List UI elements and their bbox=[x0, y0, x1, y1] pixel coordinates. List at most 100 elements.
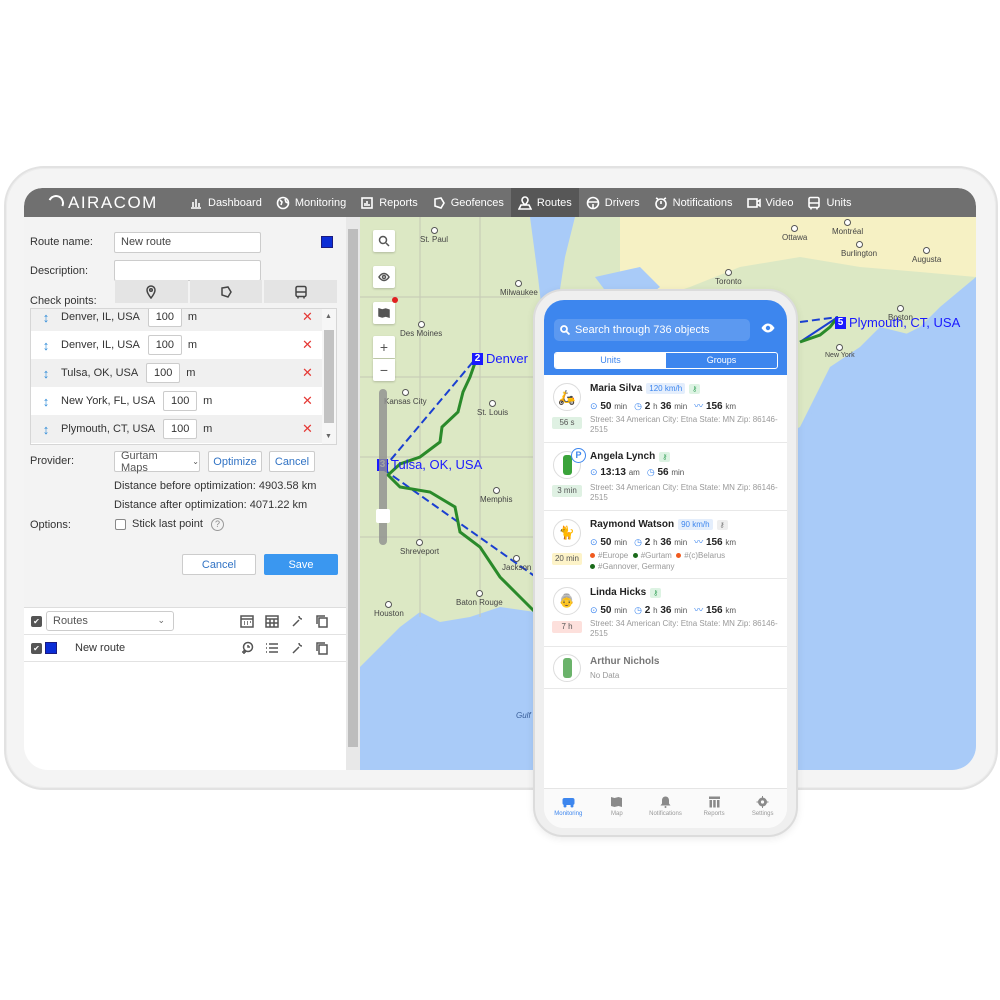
tab-groups[interactable]: Groups bbox=[666, 353, 777, 368]
routes-filter-select[interactable]: Routes ⌄ bbox=[46, 611, 174, 631]
mobile-search-input[interactable]: Search through 736 objects bbox=[554, 319, 750, 341]
route-name-label: Route name: bbox=[30, 236, 93, 248]
bottom-nav-settings[interactable]: Settings bbox=[738, 789, 787, 828]
add-by-unit-button[interactable] bbox=[264, 280, 338, 303]
zoom-slider-handle[interactable] bbox=[376, 509, 390, 523]
map-search-button[interactable] bbox=[373, 230, 395, 252]
route-list-item[interactable]: ✔ New route bbox=[24, 635, 346, 662]
video-icon bbox=[746, 197, 761, 208]
bottom-nav-monitoring[interactable]: Monitoring bbox=[544, 789, 593, 828]
radius-unit: m bbox=[203, 423, 213, 435]
unit-list-item[interactable]: 👵 7 h Linda Hicks ⚷ ⊙ 50 min ◷ 2 h 36 mi… bbox=[544, 579, 787, 647]
unit-list-item[interactable]: 🛵 56 s Maria Silva 120 km/h ⚷ ⊙ 50 min ◷… bbox=[544, 375, 787, 443]
route-marker-2[interactable]: 2 Denver bbox=[472, 351, 528, 366]
scrollbar-thumb[interactable] bbox=[324, 330, 334, 423]
copy-icon[interactable] bbox=[315, 614, 329, 628]
copy-icon[interactable] bbox=[315, 641, 329, 655]
tab-units[interactable]: Units bbox=[555, 353, 666, 368]
nav-notifications[interactable]: Notifications bbox=[647, 188, 740, 217]
tag-dot-icon bbox=[590, 553, 595, 558]
scrollbar-thumb[interactable] bbox=[348, 229, 358, 747]
drag-handle-icon[interactable]: ↕ bbox=[31, 310, 61, 325]
marker-label: Denver bbox=[486, 351, 528, 366]
provider-select[interactable]: Gurtam Maps ⌄ bbox=[114, 450, 200, 474]
clock-icon: ◷ bbox=[646, 467, 655, 477]
eye-icon[interactable] bbox=[761, 323, 775, 333]
check-point-row[interactable]: ↕ Plymouth, CT, USA 100 m ✕ bbox=[31, 415, 323, 443]
history-add-icon[interactable] bbox=[240, 641, 254, 655]
nav-routes[interactable]: Routes bbox=[510, 188, 579, 217]
route-editor-panel: Route name: New route Description: Check… bbox=[24, 217, 346, 770]
wrench-icon[interactable] bbox=[290, 614, 304, 628]
nav-reports[interactable]: Reports bbox=[353, 188, 425, 217]
check-point-name: Denver, IL, USA bbox=[61, 311, 140, 323]
zoom-out-button[interactable]: − bbox=[373, 359, 395, 381]
check-point-row[interactable]: ↕ New York, FL, USA 100 m ✕ bbox=[31, 387, 323, 415]
add-by-geofence-button[interactable] bbox=[189, 280, 263, 303]
stick-last-point-checkbox[interactable] bbox=[115, 519, 126, 530]
radius-input[interactable]: 100 bbox=[147, 335, 182, 355]
help-icon[interactable]: ? bbox=[211, 518, 224, 531]
route-color-swatch bbox=[45, 642, 57, 654]
panel-scrollbar[interactable] bbox=[346, 217, 360, 770]
select-all-checkbox[interactable]: ✔ bbox=[31, 615, 42, 627]
nav-units[interactable]: Units bbox=[800, 188, 858, 217]
scroll-down-icon[interactable]: ▼ bbox=[325, 433, 332, 440]
stick-last-point-label: Stick last point bbox=[132, 518, 203, 530]
nav-geofences[interactable]: Geofences bbox=[425, 188, 511, 217]
drag-handle-icon[interactable]: ↕ bbox=[31, 422, 61, 437]
nav-video[interactable]: Video bbox=[740, 188, 801, 217]
check-point-row[interactable]: ↕ Denver, IL, USA 100 m ✕ bbox=[31, 309, 323, 331]
cancel-optimize-button[interactable]: Cancel bbox=[269, 451, 315, 472]
unit-list-item[interactable]: Arthur Nichols No Data bbox=[544, 647, 787, 689]
table-icon[interactable] bbox=[265, 614, 279, 628]
delete-icon[interactable]: ✕ bbox=[302, 393, 313, 409]
delete-icon[interactable]: ✕ bbox=[302, 421, 313, 437]
route-color-picker[interactable] bbox=[321, 236, 333, 248]
nav-monitoring[interactable]: Monitoring bbox=[269, 188, 353, 217]
radius-input[interactable]: 100 bbox=[163, 419, 198, 439]
description-input[interactable] bbox=[114, 260, 261, 281]
nav-dashboard[interactable]: Dashboard bbox=[182, 188, 269, 217]
unit-list-item[interactable]: P 3 min Angela Lynch ⚷ ⊙ 13:13 am ◷ 56 m… bbox=[544, 443, 787, 511]
map-layers-button[interactable] bbox=[373, 302, 395, 324]
bottom-nav-reports[interactable]: Reports bbox=[690, 789, 739, 828]
delete-icon[interactable]: ✕ bbox=[302, 365, 313, 381]
drag-handle-icon[interactable]: ↕ bbox=[31, 338, 61, 353]
bottom-nav-notifications[interactable]: Notifications bbox=[641, 789, 690, 828]
zoom-in-button[interactable]: + bbox=[373, 336, 395, 358]
route-name-input[interactable]: New route bbox=[114, 232, 261, 253]
marker-number: 2 bbox=[472, 352, 483, 365]
check-point-row[interactable]: ↕ Denver, IL, USA 100 m ✕ bbox=[31, 331, 323, 359]
save-button[interactable]: Save bbox=[264, 554, 338, 575]
nav-drivers[interactable]: Drivers bbox=[579, 188, 647, 217]
route-marker-5[interactable]: 5 Plymouth, CT, USA bbox=[835, 315, 960, 330]
map-city-label: Augusta bbox=[912, 247, 941, 264]
wrench-icon[interactable] bbox=[290, 641, 304, 655]
map-visibility-button[interactable] bbox=[373, 266, 395, 288]
drag-handle-icon[interactable]: ↕ bbox=[31, 394, 61, 409]
list-icon[interactable] bbox=[265, 641, 279, 655]
radius-input[interactable]: 100 bbox=[147, 309, 182, 327]
route-checkbox[interactable]: ✔ bbox=[31, 642, 42, 654]
radius-input[interactable]: 100 bbox=[146, 363, 181, 383]
play-circle-icon: ⊙ bbox=[590, 537, 598, 547]
scroll-up-icon[interactable]: ▲ bbox=[325, 313, 332, 320]
delete-icon[interactable]: ✕ bbox=[302, 309, 313, 325]
geofence-icon bbox=[221, 285, 232, 298]
check-point-row[interactable]: ↕ Tulsa, OK, USA 100 m ✕ bbox=[31, 359, 323, 387]
radius-input[interactable]: 100 bbox=[163, 391, 198, 411]
search-placeholder: Search through 736 objects bbox=[575, 324, 710, 336]
drag-handle-icon[interactable]: ↕ bbox=[31, 366, 61, 381]
unit-list-item[interactable]: 🐈 20 min Raymond Watson 90 km/h ⚷ ⊙ 50 m… bbox=[544, 511, 787, 579]
add-by-address-button[interactable] bbox=[115, 280, 188, 303]
route-marker-3[interactable]: 3 Tulsa, OK, USA bbox=[377, 457, 482, 472]
unit-tags: #Europe #Gurtam #(c)Belarus #Gannover, G… bbox=[590, 550, 780, 572]
bottom-nav-map[interactable]: Map bbox=[593, 789, 642, 828]
cancel-button[interactable]: Cancel bbox=[182, 554, 256, 575]
calendar-icon[interactable] bbox=[240, 614, 254, 628]
delete-icon[interactable]: ✕ bbox=[302, 337, 313, 353]
check-points-scrollbar[interactable]: ▲ ▼ bbox=[322, 309, 336, 444]
optimize-button[interactable]: Optimize bbox=[208, 451, 262, 472]
clock-icon: ◷ bbox=[634, 537, 642, 547]
